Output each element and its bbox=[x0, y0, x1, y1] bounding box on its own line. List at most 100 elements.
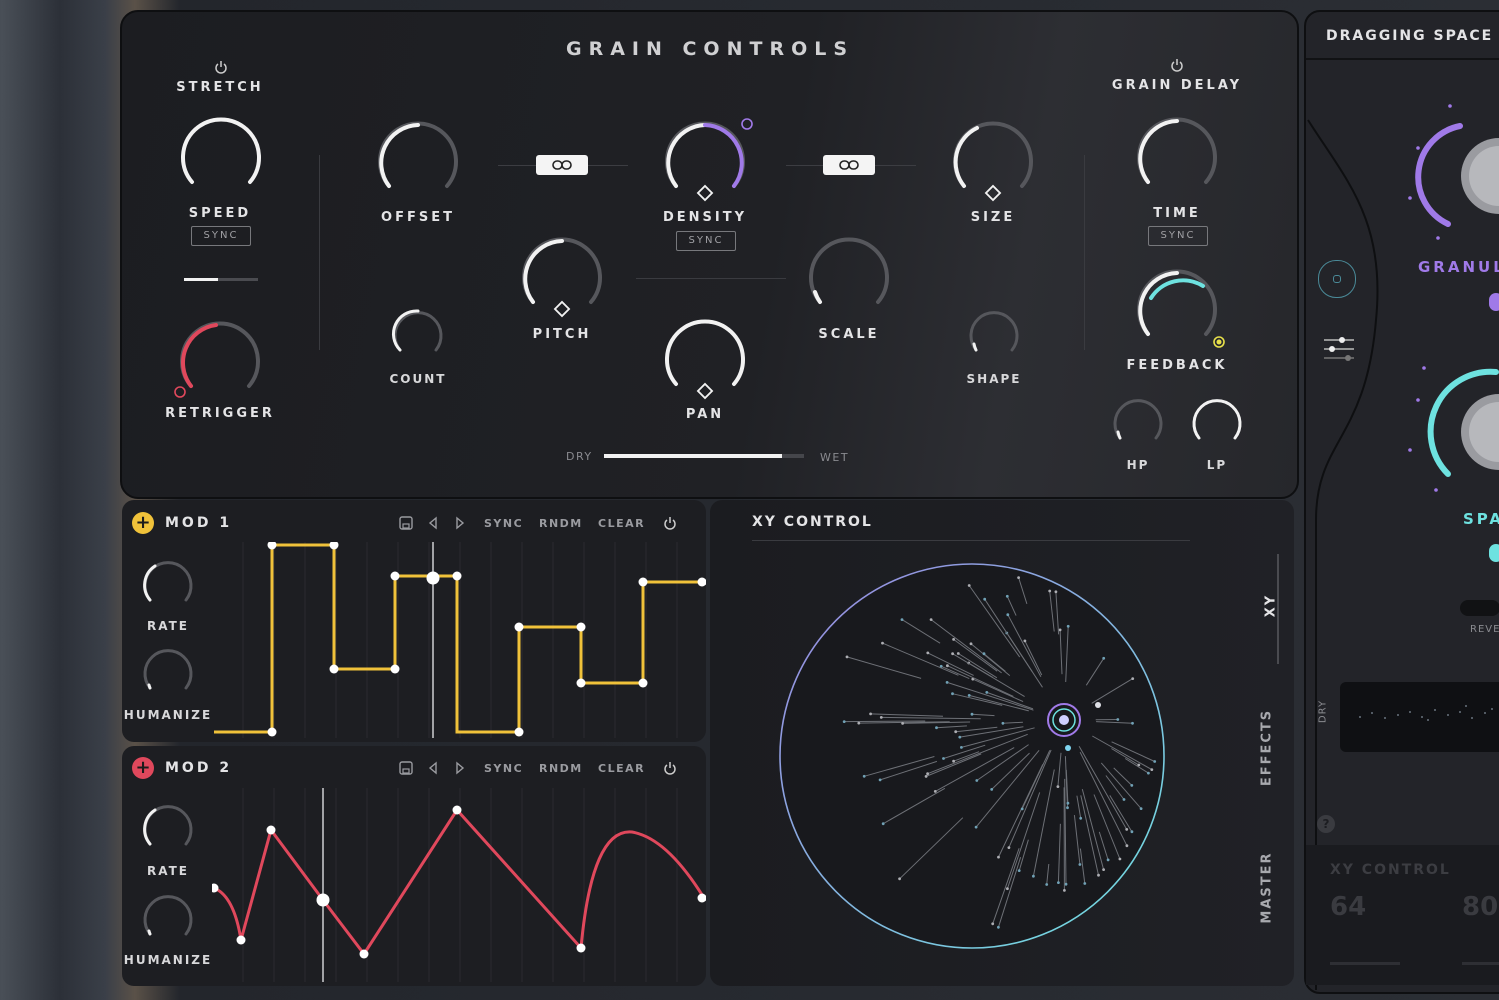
mod1-add-icon[interactable]: + bbox=[132, 512, 154, 534]
mod2-next-icon[interactable] bbox=[454, 761, 466, 775]
grain-delay-power-icon[interactable] bbox=[1170, 58, 1184, 72]
mod2-power-icon[interactable] bbox=[663, 761, 677, 775]
granular-mod-dot[interactable] bbox=[1489, 293, 1499, 311]
granular-knob[interactable] bbox=[1400, 100, 1499, 250]
particle-dot bbox=[1083, 882, 1087, 885]
count-label: COUNT bbox=[389, 372, 447, 386]
xy-pad[interactable] bbox=[772, 560, 1172, 960]
particle-dot bbox=[924, 775, 928, 778]
mod1-save-icon[interactable] bbox=[398, 515, 414, 531]
pan-label: PAN bbox=[685, 407, 725, 422]
offset-knob[interactable] bbox=[372, 116, 464, 198]
link-icon bbox=[552, 160, 572, 170]
particle-dot bbox=[1125, 828, 1129, 831]
pan-knob[interactable] bbox=[659, 314, 751, 404]
mod2-humanize-knob[interactable] bbox=[140, 890, 196, 942]
shape-knob[interactable] bbox=[966, 306, 1022, 358]
mod1-rate-label: RATE bbox=[147, 619, 189, 633]
mod2-prev-icon[interactable] bbox=[427, 761, 439, 775]
link-icon bbox=[839, 160, 859, 170]
wet-label: WET bbox=[820, 451, 850, 464]
stretch-power-icon[interactable] bbox=[214, 60, 228, 74]
particle-dot bbox=[1102, 868, 1105, 871]
particle-dot bbox=[969, 642, 973, 646]
link-pitch-button[interactable] bbox=[536, 155, 588, 175]
tab-master[interactable]: MASTER bbox=[1260, 848, 1275, 928]
waveform-dots bbox=[1359, 705, 1493, 721]
hp-knob[interactable] bbox=[1110, 394, 1166, 446]
mod2-clear-button[interactable]: CLEAR bbox=[598, 762, 645, 775]
sliders-icon[interactable] bbox=[1320, 334, 1360, 364]
mod1-rate-knob[interactable] bbox=[140, 556, 196, 608]
size-label: SIZE bbox=[970, 210, 1016, 225]
particle-dot bbox=[1131, 677, 1135, 680]
mod1-sync-button[interactable]: SYNC bbox=[484, 517, 523, 530]
time-knob[interactable] bbox=[1131, 112, 1223, 194]
xy-control-title: XY CONTROL bbox=[752, 514, 873, 530]
count-knob[interactable] bbox=[390, 306, 446, 358]
particle-dot bbox=[1007, 846, 1011, 849]
particle-dot bbox=[1023, 639, 1027, 643]
mod1-next-icon[interactable] bbox=[454, 516, 466, 530]
particle-dot bbox=[1116, 718, 1120, 721]
dry-wet-slider[interactable] bbox=[604, 454, 804, 458]
speed-knob[interactable] bbox=[175, 112, 267, 194]
mod2-save-icon[interactable] bbox=[398, 760, 414, 776]
tab-effects[interactable]: EFFECTS bbox=[1260, 703, 1275, 793]
tab-xy[interactable]: XY bbox=[1264, 591, 1279, 621]
particle-dot bbox=[990, 788, 994, 791]
granular-label: GRANUL bbox=[1418, 258, 1499, 276]
target-icon[interactable] bbox=[1318, 260, 1356, 298]
link-scale-button[interactable] bbox=[823, 155, 875, 175]
retrigger-knob[interactable] bbox=[172, 314, 268, 400]
offset-label: OFFSET bbox=[381, 210, 455, 225]
right-dry-label: DRY bbox=[1317, 699, 1329, 724]
particle-dot bbox=[1058, 628, 1062, 632]
speed-sync-button[interactable]: SYNC bbox=[191, 226, 251, 246]
mod2-add-icon[interactable]: + bbox=[132, 757, 154, 779]
mod1-power-icon[interactable] bbox=[663, 516, 677, 530]
pitch-scale-connector bbox=[636, 278, 786, 279]
mod1-prev-icon[interactable] bbox=[427, 516, 439, 530]
particle-dot bbox=[1054, 590, 1058, 594]
mod2-sync-button[interactable]: SYNC bbox=[484, 762, 523, 775]
stretch-slider[interactable] bbox=[184, 278, 258, 281]
particle-dot bbox=[1131, 721, 1134, 725]
space-mod-dot[interactable] bbox=[1489, 544, 1499, 562]
particle-dot bbox=[1066, 806, 1069, 810]
particle-dot bbox=[1139, 807, 1143, 810]
mod2-rndm-button[interactable]: RNDM bbox=[539, 762, 583, 775]
particle-dot bbox=[951, 652, 954, 656]
mod2-rate-knob[interactable] bbox=[140, 800, 196, 852]
particle-ray bbox=[844, 720, 926, 723]
particle-dot bbox=[1150, 768, 1154, 771]
particle-dot bbox=[982, 652, 986, 656]
mod2-title: MOD 2 bbox=[165, 760, 233, 776]
particle-dot bbox=[1017, 869, 1021, 872]
particle-dot bbox=[1102, 656, 1106, 660]
particle-dot bbox=[1005, 594, 1009, 598]
lp-knob[interactable] bbox=[1189, 394, 1245, 446]
lp-label: LP bbox=[1206, 458, 1228, 472]
density-label: DENSITY bbox=[662, 210, 748, 225]
particle-dot bbox=[1006, 613, 1010, 617]
scale-knob[interactable] bbox=[803, 232, 895, 314]
time-sync-button[interactable]: SYNC bbox=[1148, 226, 1208, 246]
mod1-humanize-knob[interactable] bbox=[140, 644, 196, 696]
help-icon[interactable]: ? bbox=[1317, 815, 1335, 833]
mod1-step-graph[interactable] bbox=[212, 542, 706, 738]
particle-dot bbox=[926, 651, 930, 655]
particle-dot bbox=[862, 774, 866, 778]
feedback-knob[interactable] bbox=[1131, 264, 1231, 350]
mod1-clear-button[interactable]: CLEAR bbox=[598, 517, 645, 530]
density-knob[interactable] bbox=[659, 116, 759, 206]
reverb-toggle[interactable] bbox=[1460, 600, 1499, 616]
density-sync-button[interactable]: SYNC bbox=[676, 231, 736, 251]
size-knob[interactable] bbox=[947, 116, 1039, 206]
pitch-knob[interactable] bbox=[516, 232, 608, 322]
space-knob[interactable] bbox=[1400, 360, 1499, 510]
mod2-curve-graph[interactable] bbox=[212, 788, 706, 982]
particle-dot bbox=[1020, 807, 1024, 811]
mod1-rndm-button[interactable]: RNDM bbox=[539, 517, 583, 530]
particle-dot bbox=[1064, 882, 1068, 886]
